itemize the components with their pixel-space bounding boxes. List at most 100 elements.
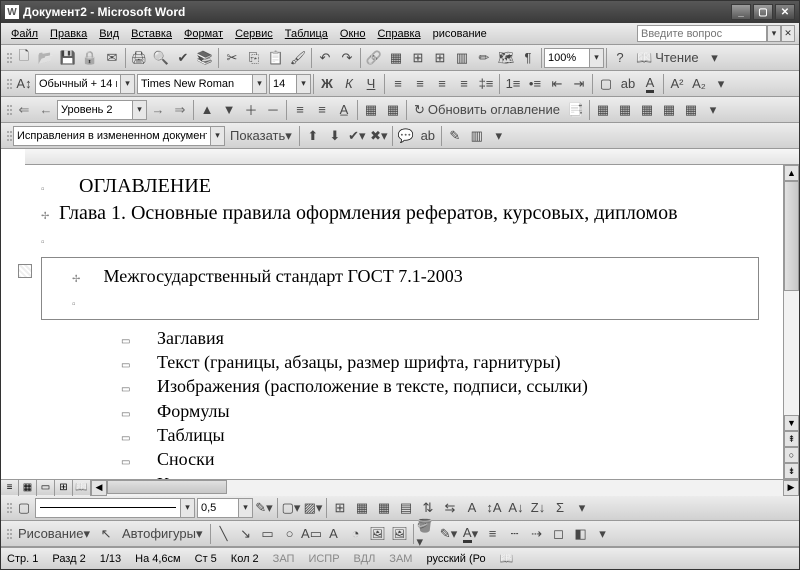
table-move-handle-icon[interactable] (18, 264, 32, 278)
hyperlink-icon[interactable]: 🔗 (363, 47, 385, 69)
menubar-close-doc[interactable]: ✕ (781, 25, 795, 42)
outline-extra4-icon[interactable]: ▦ (658, 99, 680, 121)
chevron-down-icon[interactable]: ▾ (252, 75, 266, 93)
outline-extra3-icon[interactable]: ▦ (636, 99, 658, 121)
toolbar-overflow-icon[interactable]: ▾ (571, 497, 593, 519)
prev-change-icon[interactable]: ⬆ (302, 125, 324, 147)
demote-icon[interactable]: → (147, 99, 169, 121)
menu-tools[interactable]: Сервис (229, 26, 279, 42)
font-color2-icon[interactable]: A▾ (460, 523, 482, 545)
expand-icon[interactable]: ＋ (240, 99, 262, 121)
line-icon[interactable]: ╲ (213, 523, 235, 545)
size-combo[interactable]: ▾ (269, 74, 311, 94)
outline-plus-icon[interactable]: ✢ (72, 273, 82, 287)
indent-icon[interactable]: ⇥ (568, 73, 590, 95)
move-down-icon[interactable]: ▼ (218, 99, 240, 121)
scrollbar-thumb[interactable] (784, 181, 799, 291)
copy-icon[interactable]: ⎘ (243, 47, 265, 69)
toolbar-overflow-icon[interactable]: ▾ (710, 73, 732, 95)
subscript-icon[interactable]: A₂ (688, 73, 710, 95)
autoformat-table-icon[interactable]: A (461, 497, 483, 519)
textbox-icon[interactable]: A▭ (301, 523, 323, 545)
dash-style-icon[interactable]: ┄ (504, 523, 526, 545)
permissions-icon[interactable]: 🔒 (79, 47, 101, 69)
oval-icon[interactable]: ○ (279, 523, 301, 545)
outdent-icon[interactable]: ⇤ (546, 73, 568, 95)
web-view-icon[interactable]: ▦ (19, 480, 37, 496)
pen-color-icon[interactable]: ✎▾ (253, 497, 275, 519)
diagram-icon[interactable]: ◔ (345, 523, 367, 545)
save-icon[interactable]: 💾 (57, 47, 79, 69)
chevron-down-icon[interactable]: ▾ (132, 101, 146, 119)
normal-view-icon[interactable]: ≡ (1, 480, 19, 496)
menu-file[interactable]: Файл (5, 26, 44, 42)
display-for-review-input[interactable] (14, 127, 210, 145)
menu-drawing-toggle[interactable]: рисование (427, 26, 493, 42)
underline-icon[interactable]: Ч (360, 73, 382, 95)
border-outside-icon[interactable]: ▢▾ (280, 497, 302, 519)
research-icon[interactable]: 📚 (194, 47, 216, 69)
chevron-down-icon[interactable]: ▾ (180, 499, 194, 517)
align-justify-icon[interactable]: ≡ (453, 73, 475, 95)
menu-view[interactable]: Вид (93, 26, 125, 42)
highlight-icon[interactable]: ab (617, 73, 639, 95)
select-objects-icon[interactable]: ↖ (95, 523, 117, 545)
status-language[interactable]: русский (Ро (426, 553, 485, 565)
chevron-down-icon[interactable]: ▾ (210, 127, 224, 145)
clipart-icon[interactable]: 🖼 (367, 523, 389, 545)
promote-icon[interactable]: ← (35, 99, 57, 121)
rectangle-icon[interactable]: ▭ (257, 523, 279, 545)
insert-sheet-icon[interactable]: ⊞ (429, 47, 451, 69)
grip-icon[interactable] (5, 126, 13, 146)
font-color-icon[interactable]: A (639, 73, 661, 95)
fill-color-icon[interactable]: 🪣▾ (416, 523, 438, 545)
new-comment-icon[interactable]: 💬 (395, 125, 417, 147)
close-button[interactable]: ✕ (775, 4, 795, 20)
line-style-icon[interactable]: ≡ (482, 523, 504, 545)
arrow-style-icon[interactable]: ⇢ (526, 523, 548, 545)
distribute-cols-icon[interactable]: ⇆ (439, 497, 461, 519)
show-level-icon[interactable]: ≡ (289, 99, 311, 121)
toolbar-overflow-icon[interactable]: ▾ (704, 47, 726, 69)
bold-icon[interactable]: Ж (316, 73, 338, 95)
columns-icon[interactable]: ▥ (451, 47, 473, 69)
print-icon[interactable]: 🖨 (128, 47, 150, 69)
show-formatting-icon[interactable]: A̲ (333, 99, 355, 121)
draw-menu-button[interactable]: Рисование ▾ (13, 523, 95, 545)
display-for-review-combo[interactable]: ▾ (13, 126, 225, 146)
line-weight-combo[interactable]: ▾ (197, 498, 253, 518)
collapse-icon[interactable]: － (262, 99, 284, 121)
spellcheck-icon[interactable]: ✔ (172, 47, 194, 69)
grip-icon[interactable] (5, 74, 13, 94)
borders-icon[interactable]: ▢ (595, 73, 617, 95)
outline-extra2-icon[interactable]: ▦ (614, 99, 636, 121)
master-doc-icon[interactable]: ▦ (360, 99, 382, 121)
line-color-icon[interactable]: ✎▾ (438, 523, 460, 545)
show-marks-icon[interactable]: ¶ (517, 47, 539, 69)
mail-icon[interactable]: ✉ (101, 47, 123, 69)
chevron-down-icon[interactable]: ▾ (296, 75, 310, 93)
insert-table2-icon[interactable]: ⊞ (329, 497, 351, 519)
scroll-down-icon[interactable]: ▼ (784, 415, 799, 431)
toolbar-overflow-icon[interactable]: ▾ (488, 125, 510, 147)
menu-insert[interactable]: Вставка (125, 26, 178, 42)
picture-icon[interactable]: 🖼 (389, 523, 411, 545)
chevron-down-icon[interactable]: ▾ (589, 49, 603, 67)
autosum-icon[interactable]: Σ (549, 497, 571, 519)
move-up-icon[interactable]: ▲ (196, 99, 218, 121)
split-cells-icon[interactable]: ▦ (373, 497, 395, 519)
next-page-icon[interactable]: ⇟ (784, 463, 799, 479)
size-input[interactable] (270, 75, 296, 93)
shading-icon[interactable]: ▨▾ (302, 497, 324, 519)
italic-icon[interactable]: К (338, 73, 360, 95)
status-rec[interactable]: ЗАП (273, 553, 295, 565)
vertical-scrollbar[interactable]: ▲ ▼ ⇞ ○ ⇟ (783, 165, 799, 479)
outline-level-combo[interactable]: ▾ (57, 100, 147, 120)
outline-level-input[interactable] (58, 101, 132, 119)
help-search-dropdown[interactable]: ▾ (767, 25, 781, 42)
font-input[interactable] (138, 75, 252, 93)
scroll-left-icon[interactable]: ◀ (91, 480, 107, 496)
read-mode-button[interactable]: 📖 Чтение (631, 47, 704, 69)
menu-window[interactable]: Окно (334, 26, 372, 42)
superscript-icon[interactable]: A² (666, 73, 688, 95)
